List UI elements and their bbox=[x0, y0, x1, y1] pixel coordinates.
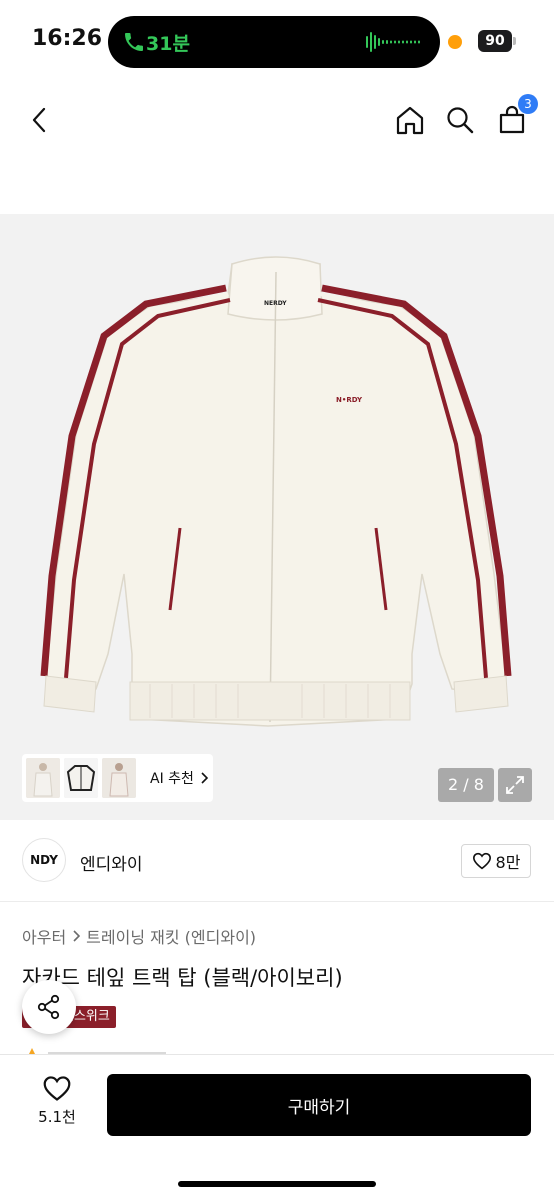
chevron-right-icon bbox=[73, 930, 81, 942]
jacket-chest-logo: N•RDY bbox=[336, 396, 363, 404]
brand-like-count: 8만 bbox=[495, 853, 521, 872]
expand-icon bbox=[506, 776, 524, 794]
home-icon bbox=[396, 106, 424, 135]
heart-icon bbox=[472, 852, 491, 870]
ai-recommend-link[interactable]: AI 추천 bbox=[150, 768, 208, 788]
buy-button[interactable]: 구매하기 bbox=[107, 1074, 531, 1136]
battery-tip bbox=[513, 37, 516, 45]
call-duration: 31분 bbox=[146, 33, 190, 55]
brand-logo[interactable]: NDY bbox=[22, 838, 66, 882]
breadcrumb-item[interactable]: 아우터 bbox=[22, 924, 66, 948]
recording-indicator bbox=[448, 35, 462, 49]
cart-count-badge: 3 bbox=[518, 94, 538, 114]
chevron-left-icon bbox=[32, 107, 46, 133]
dynamic-island[interactable]: 31분 bbox=[108, 16, 440, 68]
image-page-indicator: 2 / 8 bbox=[438, 768, 494, 802]
jacket-neck-tag: NERDY bbox=[264, 300, 287, 307]
audio-wave-icon bbox=[366, 32, 420, 52]
share-icon bbox=[37, 994, 60, 1020]
search-icon bbox=[447, 107, 474, 134]
battery-level: 90 bbox=[478, 30, 512, 52]
brand-like-button[interactable]: 8만 bbox=[461, 844, 531, 878]
search-button[interactable] bbox=[440, 100, 480, 140]
heart-icon bbox=[43, 1076, 71, 1101]
product-image-gallery[interactable]: NERDY N•RDY AI 추천 2 / 8 bbox=[0, 214, 554, 820]
share-button[interactable] bbox=[22, 980, 76, 1034]
recommend-thumbnail[interactable] bbox=[64, 758, 98, 798]
ai-recommend-strip[interactable]: AI 추천 bbox=[22, 754, 213, 802]
brand-name[interactable]: 엔디와이 bbox=[80, 850, 143, 875]
product-title: 자카드 테잎 트랙 탑 (블랙/아이보리) bbox=[22, 966, 343, 990]
status-bar: 16:26 31분 90 bbox=[0, 0, 554, 84]
recommend-thumbnail[interactable] bbox=[102, 758, 136, 798]
recommend-thumbnail[interactable] bbox=[26, 758, 60, 798]
home-indicator bbox=[178, 1181, 376, 1187]
status-time: 16:26 bbox=[32, 26, 103, 51]
bottom-action-bar: 5.1천 구매하기 bbox=[0, 1054, 554, 1200]
ai-recommend-label: AI 추천 bbox=[150, 771, 194, 787]
wishlist-button[interactable]: 5.1천 bbox=[30, 1075, 84, 1137]
app-header: 3 bbox=[0, 84, 554, 214]
home-button[interactable] bbox=[390, 100, 430, 140]
phone-icon bbox=[125, 33, 143, 51]
cart-button[interactable]: 3 bbox=[492, 94, 538, 140]
breadcrumb-item[interactable]: 트레이닝 재킷 (엔디와이) bbox=[86, 924, 256, 948]
fullscreen-button[interactable] bbox=[498, 768, 532, 802]
chevron-right-icon bbox=[201, 772, 208, 784]
wishlist-count: 5.1천 bbox=[38, 1108, 76, 1126]
breadcrumb: 아우터 트레이닝 재킷 (엔디와이) bbox=[22, 924, 256, 948]
back-button[interactable] bbox=[20, 100, 60, 140]
brand-row[interactable]: NDY 엔디와이 8만 bbox=[0, 820, 554, 902]
